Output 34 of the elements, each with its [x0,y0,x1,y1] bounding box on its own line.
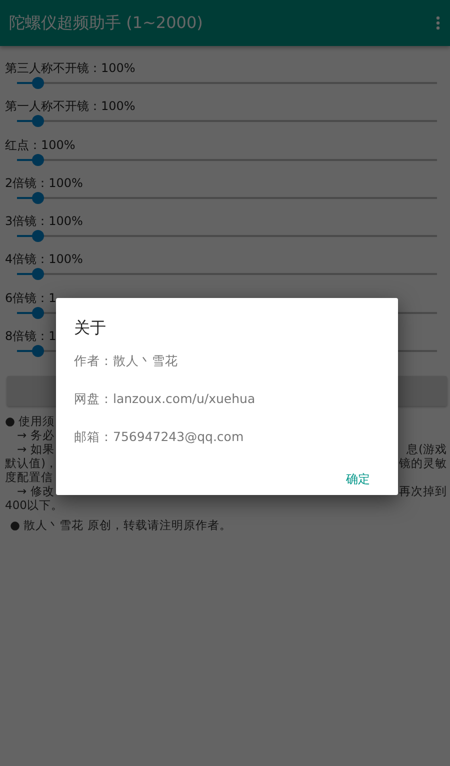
note-text: ● 使用须 [5,414,55,428]
slider-label: 8倍镜：1 [4,328,56,344]
dialog-text: 网盘：lanzoux.com/u/xuehua [74,391,256,408]
slider-label: 6倍镜：1 [4,290,56,306]
app-title: 陀螺仪超频助手 (1~2000) [9,12,203,34]
slider-label: 2倍镜：100% [4,174,83,191]
dialog-text: 邮箱：756947243@qq.com [74,429,244,446]
slider-label: 3倍镜：100% [4,213,83,230]
note-text: 400以下。 [5,498,63,512]
slider-label: 第三人称不开镜：100% [4,60,136,76]
slider-thumb[interactable] [32,154,44,166]
slider-thumb[interactable] [32,268,44,280]
menu-icon[interactable] [436,16,440,30]
note-text: → 务必 [16,428,54,442]
dialog-title: 关于 [74,318,106,339]
slider-thumb[interactable] [32,345,44,358]
slider-thumb[interactable] [32,77,44,89]
slider-label: 第一人称不开镜：100% [4,98,136,114]
ok-button[interactable]: 确定 [336,467,380,492]
slider-thumb[interactable] [32,306,44,319]
note-text: 再次掉到 [399,484,447,498]
note-text: 镜的灵敏 [399,456,447,470]
slider-thumb[interactable] [32,115,44,128]
slider-thumb[interactable] [32,192,44,204]
note-text: 息(游戏 [406,442,447,456]
note-text: → 修改 [16,484,54,498]
slider-label: 4倍镜：100% [4,251,83,268]
note-text: 默认值)， [5,456,58,470]
author-note: ● 散人丶雪花 原创，转载请注明原作者。 [9,517,232,534]
slider-thumb[interactable] [32,230,44,242]
note-text: → 如果 [16,442,54,456]
dialog-text: 作者：散人丶雪花 [74,353,178,370]
note-text: 度配置信 [5,470,53,484]
slider-label: 红点：100% [4,136,76,153]
